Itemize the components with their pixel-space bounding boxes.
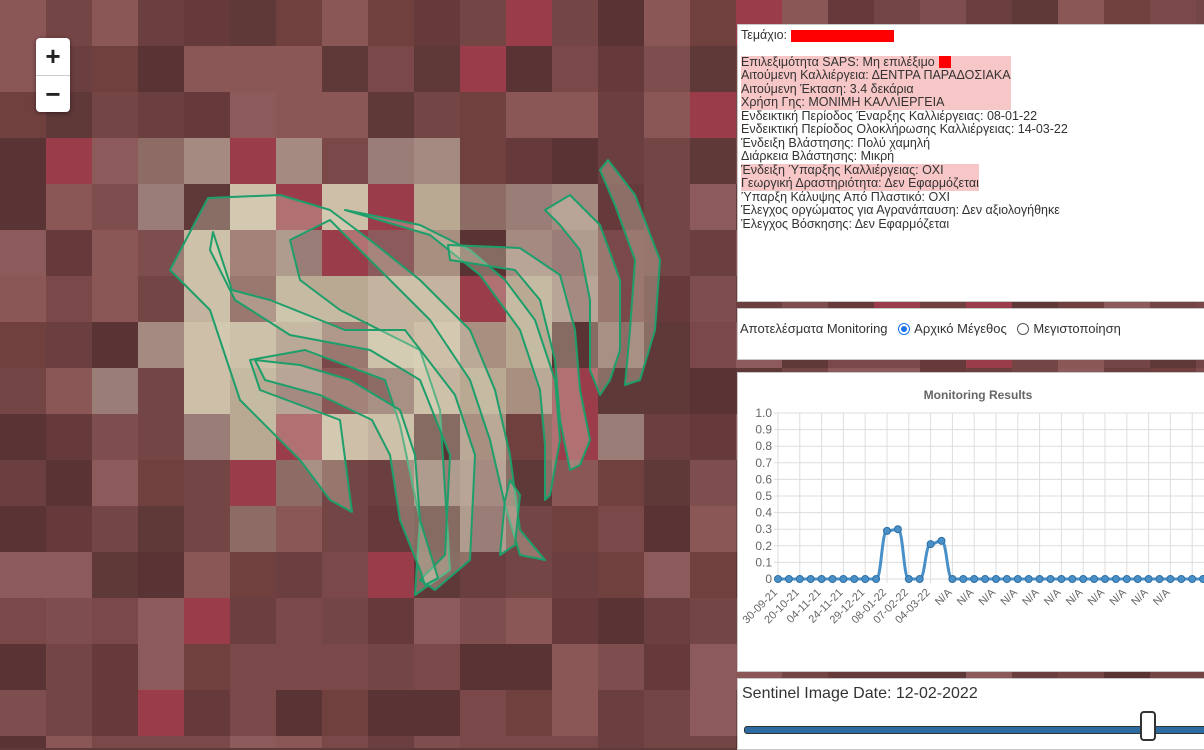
data-point[interactable] <box>981 575 990 583</box>
data-point[interactable] <box>784 575 793 583</box>
data-point[interactable] <box>883 526 891 535</box>
x-tick-label: N/A <box>1151 586 1173 608</box>
y-tick-label: 0.3 <box>755 522 772 536</box>
sentinel-panel: Sentinel Image Date: 12-02-2022 <box>737 678 1204 750</box>
data-point[interactable] <box>1068 575 1077 583</box>
data-point[interactable] <box>970 575 979 583</box>
monitoring-options-panel: Αποτελέσματα Monitoring Αρχικό Μέγεθος Μ… <box>737 308 1204 360</box>
zoom-in-button[interactable]: + <box>36 38 70 76</box>
y-tick-label: 0.2 <box>755 539 772 553</box>
data-point[interactable] <box>1199 575 1204 583</box>
y-tick-label: 0.4 <box>755 506 772 520</box>
data-point[interactable] <box>850 575 859 583</box>
data-point[interactable] <box>861 575 870 583</box>
data-point[interactable] <box>1079 575 1088 583</box>
monitoring-label: Αποτελέσματα Monitoring <box>740 321 888 336</box>
area-text: Αιτούμενη Έκταση: 3.4 δεκάρια <box>741 81 914 96</box>
y-tick-label: 0.6 <box>755 472 772 486</box>
eligibility-text: Επιλεξιμότητα SAPS: Μη επιλέξιμο <box>741 54 935 69</box>
data-point[interactable] <box>1111 575 1120 583</box>
data-point[interactable] <box>839 575 848 583</box>
data-point[interactable] <box>893 525 902 534</box>
parcel-id-redacted <box>791 29 895 42</box>
data-point[interactable] <box>1155 575 1164 583</box>
data-point[interactable] <box>937 536 946 545</box>
radio-original-size[interactable] <box>898 323 911 335</box>
y-tick-label: 0.1 <box>755 555 772 569</box>
x-tick-label: N/A <box>1064 586 1086 608</box>
y-tick-label: 0.5 <box>755 489 772 503</box>
data-point[interactable] <box>926 540 935 549</box>
data-point[interactable] <box>1188 575 1197 583</box>
x-tick-label: N/A <box>1129 586 1151 608</box>
sentinel-date-title: Sentinel Image Date: 12-02-2022 <box>742 685 978 702</box>
x-tick-label: N/A <box>1107 586 1129 608</box>
data-point[interactable] <box>817 575 826 583</box>
end-period-text: Ενδεικτική Περίοδος Ολοκλήρωσης Καλλιέργ… <box>741 122 1068 136</box>
y-tick-label: 0.9 <box>755 423 772 437</box>
data-point[interactable] <box>1013 575 1022 583</box>
data-point[interactable] <box>1090 575 1099 583</box>
zoom-control: + − <box>36 38 70 112</box>
cultivation-indication-text: Ένδειξη Ύπαρξης Καλλιέργειας: ΟΧΙ <box>741 162 944 177</box>
agri-activity-text: Γεωργική Δραστηριότητα: Δεν Εφαρμόζεται <box>741 176 979 190</box>
x-tick-label: N/A <box>1020 586 1042 608</box>
data-point[interactable] <box>1166 575 1175 583</box>
parcel-row: Τεμάχιο: <box>741 28 1204 43</box>
y-tick-label: 1.0 <box>755 406 772 420</box>
grazing-check-text: Έλεγχος Βόσκησης: Δεν Εφαρμόζεται <box>741 216 950 231</box>
data-point[interactable] <box>1133 575 1142 583</box>
y-tick-label: 0.8 <box>755 439 772 453</box>
x-tick-label: N/A <box>1042 586 1064 608</box>
series-line <box>778 527 1204 581</box>
option-original-label[interactable]: Αρχικό Μέγεθος <box>914 321 1007 336</box>
x-tick-label: N/A <box>977 586 999 608</box>
monitoring-chart-panel: Monitoring Results 1.0 0.9 0.8 0.7 0.6 0.5 0.4 0… <box>737 372 1204 672</box>
land-use-text: Χρήση Γης: ΜΟΝΙΜΗ ΚΑΛΛΙΕΡΓΕΙΑ <box>741 95 945 109</box>
data-point[interactable] <box>1024 575 1033 583</box>
data-point[interactable] <box>948 575 957 583</box>
data-point[interactable] <box>828 575 837 583</box>
eligibility-status-icon <box>938 56 951 69</box>
x-tick-label: N/A <box>998 586 1020 608</box>
parcel-label: Τεμάχιο: <box>741 28 788 42</box>
data-point[interactable] <box>774 575 782 583</box>
highlight-group-2: Ένδειξη Ύπαρξης Καλλιέργειας: ΟΧΙ Γεωργι… <box>741 162 979 191</box>
data-point[interactable] <box>1101 575 1109 583</box>
y-tick-label: 0 <box>765 572 772 586</box>
parcel-info-panel: Τεμάχιο: Επιλεξιμότητα SAPS: Μη επιλέξιμ… <box>737 24 1204 302</box>
data-point[interactable] <box>1144 575 1153 583</box>
zoom-out-button[interactable]: − <box>36 76 70 113</box>
date-slider-track[interactable] <box>744 726 1204 734</box>
date-slider-thumb[interactable] <box>1140 711 1157 741</box>
option-maximize-label[interactable]: Μεγιστοποίηση <box>1033 321 1120 336</box>
radio-maximize[interactable] <box>1017 323 1030 335</box>
data-point[interactable] <box>795 575 804 583</box>
vegetation-text: Ένδειξη Βλάστησης: Πολύ χαμηλή <box>741 135 931 150</box>
crop-text: Αιτούμενη Καλλιέργεια: ΔΕΝΤΡΑ ΠΑΡΑΔΟΣΙΑΚ… <box>741 68 1011 82</box>
plowing-check-text: Έλεγχος οργώματος για Αγρανάπαυση: Δεν α… <box>741 203 1060 217</box>
start-period-text: Ενδεικτική Περίοδος Έναρξης Καλλιέργειας… <box>741 108 1038 123</box>
data-point[interactable] <box>1057 575 1066 583</box>
data-point[interactable] <box>1035 575 1044 583</box>
data-point[interactable] <box>872 575 881 583</box>
plastic-cover-text: Ύπαρξη Κάλυψης Από Πλαστικό: ΟΧΙ <box>741 189 951 204</box>
data-point[interactable] <box>915 575 924 583</box>
chart-title: Monitoring Results <box>924 388 1033 402</box>
x-tick-label: N/A <box>1086 586 1108 608</box>
vegetation-duration-text: Διάρκεια Βλάστησης: Μικρή <box>741 149 895 163</box>
highlight-group-1: Επιλεξιμότητα SAPS: Μη επιλέξιμο Αιτούμε… <box>741 54 1011 110</box>
data-point[interactable] <box>1002 575 1011 583</box>
y-tick-label: 0.7 <box>755 456 772 470</box>
x-tick-label: N/A <box>955 586 977 608</box>
data-point[interactable] <box>992 575 1000 583</box>
x-tick-label: N/A <box>933 586 955 608</box>
data-point[interactable] <box>1122 575 1131 583</box>
monitoring-chart: Monitoring Results 1.0 0.9 0.8 0.7 0.6 0.5 0.4 0… <box>740 388 1204 626</box>
data-point[interactable] <box>806 575 815 583</box>
data-point[interactable] <box>1046 575 1055 583</box>
data-point[interactable] <box>959 575 968 583</box>
data-point[interactable] <box>1177 575 1186 583</box>
data-point[interactable] <box>904 575 913 583</box>
